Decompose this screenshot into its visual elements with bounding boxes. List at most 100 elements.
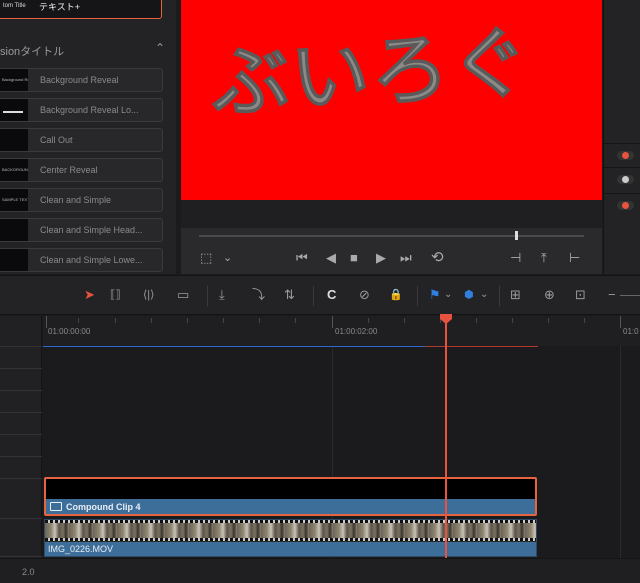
full-extent-zoom-icon[interactable]: ⊞ <box>510 288 521 302</box>
effect-item-text-plus[interactable]: tom Title テキスト+ <box>0 0 162 19</box>
viewer-letterbox <box>181 200 602 228</box>
insert-clip-icon[interactable]: ⤓ <box>219 288 225 302</box>
timecode-label: 01:00:00:00 <box>48 327 91 336</box>
ruler-tick <box>151 318 152 323</box>
chevron-down-icon[interactable]: ⌄ <box>444 288 452 302</box>
ruler-tick <box>78 318 79 323</box>
zoom-out-icon[interactable]: − <box>608 288 616 302</box>
overwrite-clip-icon[interactable]: ⤵ <box>252 288 265 302</box>
custom-zoom-icon[interactable]: ⊡ <box>575 288 586 302</box>
trim-tool-icon[interactable]: ⟦⟧ <box>110 288 121 302</box>
effect-thumbnail: SAMPLE TEXT <box>0 189 28 211</box>
clip-filmstrip <box>45 520 536 542</box>
go-to-last-frame-icon[interactable]: ⏭ <box>400 251 412 265</box>
marker-icon[interactable]: ⬢ <box>464 288 474 302</box>
inspector-row <box>604 143 640 167</box>
effect-item-label: Clean and Simple <box>40 195 112 205</box>
compound-clip[interactable]: Compound Clip 4 <box>44 477 537 516</box>
ruler-tick <box>548 318 549 323</box>
timeline-grid-line <box>620 346 621 583</box>
timeline-footer: 2.0 <box>0 558 640 583</box>
track-divider <box>0 390 42 391</box>
render-cache-indicator <box>425 346 538 347</box>
effect-thumbnail: Background Reveal <box>0 69 28 91</box>
chevron-up-icon[interactable]: ⌃ <box>155 41 165 55</box>
play-reverse-icon[interactable]: ◀ <box>326 251 336 265</box>
playhead-handle[interactable] <box>440 314 452 324</box>
match-frame-icon[interactable]: ⤒ <box>541 251 547 265</box>
ruler-tick <box>404 318 405 323</box>
effect-thumbnail <box>0 249 28 271</box>
detail-zoom-icon[interactable]: ⊕ <box>544 288 555 302</box>
linked-selection-icon[interactable]: ⊘ <box>359 288 370 302</box>
replace-clip-icon[interactable]: ⇅ <box>284 288 295 302</box>
loop-icon[interactable]: ⟲ <box>431 250 444 265</box>
play-icon[interactable]: ▶ <box>376 251 386 265</box>
track-divider <box>0 478 42 479</box>
toolbar-divider <box>417 286 418 306</box>
compound-clip-icon <box>50 502 62 511</box>
chevron-down-icon[interactable]: ⌄ <box>480 288 488 302</box>
toolbar-divider <box>313 286 314 306</box>
blade-tool-icon[interactable]: ▭ <box>177 288 189 302</box>
ruler-tick <box>115 318 116 323</box>
ruler-tick <box>476 318 477 323</box>
effect-item-call-out[interactable]: Call Out <box>0 128 163 152</box>
effect-item-label: Clean and Simple Head... <box>40 225 143 235</box>
toggle-off-indicator <box>622 176 629 183</box>
effect-thumbnail <box>0 99 28 121</box>
fusion-titles-section-header[interactable]: sionタイトル ⌃ <box>0 40 170 60</box>
track-divider <box>0 346 42 347</box>
fusion-titles-list: Background Reveal Background Reveal Back… <box>0 68 163 274</box>
ruler-tick <box>332 316 333 328</box>
effect-item-background-reveal[interactable]: Background Reveal Background Reveal <box>0 68 163 92</box>
track-divider <box>0 412 42 413</box>
playhead-line[interactable] <box>445 318 447 583</box>
next-edit-icon[interactable]: ⊢ <box>569 251 580 265</box>
go-to-first-frame-icon[interactable]: ⏮ <box>296 251 308 265</box>
effect-item-label: テキスト+ <box>39 2 80 12</box>
enable-toggle[interactable] <box>617 151 634 160</box>
track-divider <box>0 434 42 435</box>
timecode-label: 01:00:02:00 <box>335 327 378 336</box>
ruler-tick <box>368 318 369 323</box>
position-lock-icon[interactable]: 🔒 <box>389 288 403 302</box>
timeline-toolbar: ➤ ⟦⟧ ⟨|⟩ ▭ ⤓ ⤵ ⇅ C ⊘ 🔒 ⚑ ⌄ ⬢ ⌄ ⊞ ⊕ ⊡ − <box>0 275 640 315</box>
viewer-scrubber-track[interactable] <box>199 235 584 237</box>
effect-item-label: Background Reveal Lo... <box>40 105 139 115</box>
track-divider <box>0 518 42 519</box>
effect-thumbnail <box>0 219 28 241</box>
inspector-row <box>604 167 640 191</box>
effect-thumbnail: BACKGROUND <box>0 159 28 181</box>
title-text-content: ぶいろぐ <box>208 17 535 130</box>
crop-icon[interactable]: ⬚ <box>200 251 212 265</box>
flag-icon[interactable]: ⚑ <box>429 288 441 302</box>
video-clip-label: IMG_0226.MOV <box>48 544 114 554</box>
previous-frame-icon[interactable]: ⊣ <box>510 251 521 265</box>
dynamic-trim-icon[interactable]: ⟨|⟩ <box>143 288 154 302</box>
track-divider <box>0 556 42 557</box>
chevron-down-icon[interactable]: ⌄ <box>223 251 232 265</box>
stop-icon[interactable]: ■ <box>350 251 358 265</box>
track-divider <box>0 368 42 369</box>
enable-toggle[interactable] <box>617 201 634 210</box>
effect-item-background-reveal-lower-third[interactable]: Background Reveal Lo... <box>0 98 163 122</box>
effect-item-clean-and-simple-lower-third[interactable]: Clean and Simple Lowe... <box>0 248 163 272</box>
davinci-resolve-window: tom Title テキスト+ sionタイトル ⌃ Background Re… <box>0 0 640 583</box>
timecode-label: 01:0 <box>623 327 639 336</box>
effect-item-clean-and-simple-heading[interactable]: Clean and Simple Head... <box>0 218 163 242</box>
viewer-scrubber-handle[interactable] <box>515 231 518 240</box>
zoom-slider-track[interactable] <box>620 295 640 296</box>
enable-toggle[interactable] <box>617 175 634 184</box>
effect-item-center-reveal[interactable]: BACKGROUND Center Reveal <box>0 158 163 182</box>
timeline-tracks[interactable]: Compound Clip 4 IMG_0226.MOV <box>43 346 640 583</box>
effect-item-clean-and-simple[interactable]: SAMPLE TEXT Clean and Simple <box>0 188 163 212</box>
selection-tool-icon[interactable]: ➤ <box>84 288 95 302</box>
render-cache-indicator <box>43 346 425 347</box>
video-clip[interactable]: IMG_0226.MOV <box>44 519 537 557</box>
ruler-tick <box>584 318 585 323</box>
viewer-frame[interactable]: ぶいろぐ <box>181 0 602 200</box>
effect-item-label: Background Reveal <box>40 75 119 85</box>
snapping-icon[interactable]: C <box>327 288 336 302</box>
timeline-ruler[interactable]: 01:00:00:00 01:00:02:00 01:0 <box>43 316 640 346</box>
